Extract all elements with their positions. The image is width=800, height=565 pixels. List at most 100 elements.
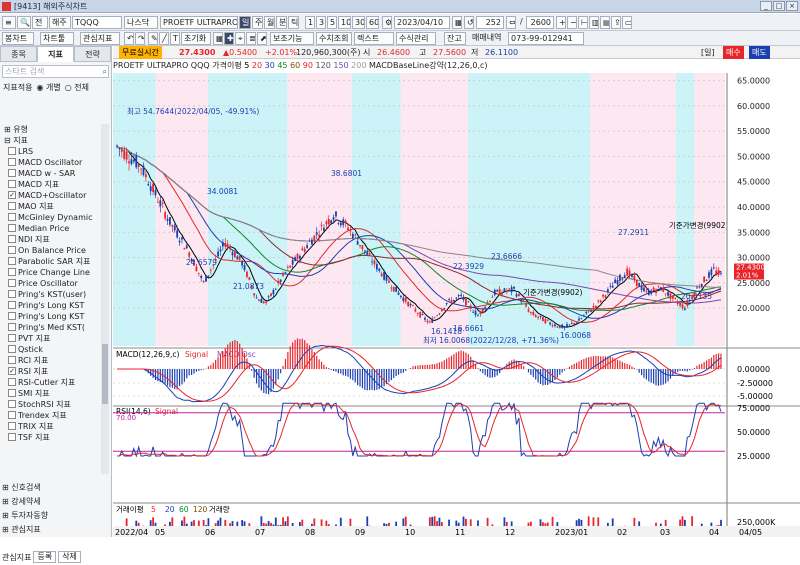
period-day-button[interactable]: 일 bbox=[239, 16, 251, 29]
indicator-checkbox[interactable] bbox=[8, 400, 16, 408]
close-button[interactable]: × bbox=[786, 1, 798, 11]
aux-function-button[interactable]: 보조기능 bbox=[270, 32, 314, 45]
calendar-icon[interactable]: ▦ bbox=[452, 16, 462, 29]
indicator-item[interactable]: MACD w - SAR bbox=[2, 168, 100, 179]
tree-node-type[interactable]: ⊞ 유형 bbox=[2, 124, 100, 135]
indicator-checkbox[interactable] bbox=[8, 389, 16, 397]
interval-1-button[interactable]: 1 bbox=[305, 16, 315, 29]
reset-icon[interactable]: ↺ bbox=[464, 16, 474, 29]
menu-icon[interactable]: ≡ bbox=[2, 16, 16, 29]
indicator-checkbox[interactable] bbox=[8, 158, 16, 166]
redo-icon[interactable]: ↷ bbox=[135, 32, 145, 45]
indicator-item[interactable]: SMI 지표 bbox=[2, 388, 100, 399]
indicator-checkbox[interactable] bbox=[8, 334, 16, 342]
indicator-item[interactable]: MACD Oscillator bbox=[2, 157, 100, 168]
indicator-item[interactable]: Price Oscillator bbox=[2, 278, 100, 289]
chart-canvas[interactable]: 최고 54.7644(2022/04/05, -49.91%) 38.6801 34… bbox=[113, 46, 800, 537]
indicator-checkbox[interactable] bbox=[8, 169, 16, 177]
indicator-checkbox[interactable] bbox=[8, 147, 16, 155]
delete-button[interactable]: 삭제 bbox=[58, 551, 81, 563]
export-icon[interactable]: ⇪ bbox=[611, 16, 621, 29]
value-lookup-button[interactable]: 수치조회 bbox=[316, 32, 352, 45]
text-button[interactable]: 렉스트 bbox=[354, 32, 394, 45]
candle-chart-button[interactable]: 봉차트 bbox=[2, 32, 34, 45]
indicator-item[interactable]: Trendex 지표 bbox=[2, 410, 100, 421]
indicator-checkbox[interactable] bbox=[8, 268, 16, 276]
reset-button[interactable]: 초기화 bbox=[181, 32, 211, 45]
magnet-icon[interactable]: ⌖ bbox=[235, 32, 245, 45]
interval-60-button[interactable]: 60 bbox=[366, 16, 379, 29]
indicator-item[interactable]: MACD 지표 bbox=[2, 179, 100, 190]
interval-30-button[interactable]: 30 bbox=[352, 16, 365, 29]
indicator-checkbox[interactable] bbox=[8, 180, 16, 188]
indicator-checkbox[interactable] bbox=[8, 433, 16, 441]
market-select[interactable]: 해주 bbox=[49, 16, 71, 29]
period-week-button[interactable]: 주 bbox=[252, 16, 263, 29]
text-tool-icon[interactable]: T bbox=[170, 32, 180, 45]
indicator-item[interactable]: LRS bbox=[2, 146, 100, 157]
arrow-icon[interactable]: ⬈ bbox=[257, 32, 267, 45]
tree-scrollbar[interactable] bbox=[101, 124, 109, 474]
indicator-checkbox[interactable] bbox=[8, 279, 16, 287]
pen-icon[interactable]: ✎ bbox=[148, 32, 158, 45]
settings-icon[interactable]: ⚙ bbox=[382, 16, 392, 29]
interval-10-button[interactable]: 10 bbox=[338, 16, 351, 29]
register-button[interactable]: 등록 bbox=[33, 551, 57, 563]
apply-all-radio[interactable]: ○ 전체 bbox=[65, 82, 89, 93]
formula-manage-button[interactable]: 수식관리 bbox=[396, 32, 436, 45]
indicator-item[interactable]: Pring's KST(user) bbox=[2, 289, 100, 300]
indicator-item[interactable]: TSF 지표 bbox=[2, 432, 100, 443]
indicator-item[interactable]: RSI-Cutler 지표 bbox=[2, 377, 100, 388]
indicator-checkbox[interactable] bbox=[8, 345, 16, 353]
rows-toggle[interactable]: 전 bbox=[32, 16, 48, 29]
undo-icon[interactable]: ↶ bbox=[124, 32, 134, 45]
tab-indicators[interactable]: 지표 bbox=[37, 46, 74, 62]
count-input[interactable]: 252 bbox=[476, 16, 504, 29]
indicator-search-input[interactable]: 스타트 검색 ⌕ bbox=[2, 65, 109, 78]
indicator-checkbox[interactable] bbox=[8, 224, 16, 232]
indicator-item[interactable]: ✓ MACD+Oscillator bbox=[2, 190, 100, 201]
watch-indicator-button[interactable]: 관심지표 bbox=[80, 32, 120, 45]
tree-scrollbar-thumb[interactable] bbox=[102, 344, 108, 404]
chart-tool-button[interactable]: 차트툴 bbox=[40, 32, 74, 45]
indicator-checkbox[interactable] bbox=[8, 422, 16, 430]
group-watch-indicator[interactable]: ⊞ 관심지표 bbox=[2, 523, 108, 537]
tab-strategy[interactable]: 전략 bbox=[74, 46, 111, 62]
chart-type-icon[interactable]: ▤ bbox=[600, 16, 610, 29]
indicator-checkbox[interactable] bbox=[8, 257, 16, 265]
indicator-item[interactable]: Pring's Long KST bbox=[2, 311, 100, 322]
indicator-checkbox[interactable] bbox=[8, 246, 16, 254]
print-icon[interactable]: ▭ bbox=[622, 16, 632, 29]
minimize-button[interactable]: _ bbox=[760, 1, 772, 11]
indicator-item[interactable]: Parabolic SAR 지표 bbox=[2, 256, 100, 267]
indicator-item[interactable]: Pring's Med KST( bbox=[2, 322, 100, 333]
indicator-item[interactable]: Median Price bbox=[2, 223, 100, 234]
grid-toggle-icon[interactable]: ▦ bbox=[213, 32, 223, 45]
tree-node-indicators[interactable]: ⊟ 지표 bbox=[2, 135, 100, 146]
grid-icon[interactable]: ▥ bbox=[589, 16, 599, 29]
indicator-item[interactable]: McGinley Dynamic bbox=[2, 212, 100, 223]
indicator-checkbox[interactable] bbox=[8, 411, 16, 419]
period-minute-button[interactable]: 분 bbox=[276, 16, 287, 29]
ticker-input[interactable]: TQQQ bbox=[72, 16, 122, 29]
indicator-checkbox[interactable]: ✓ bbox=[8, 191, 16, 199]
indicator-checkbox[interactable]: ✓ bbox=[8, 367, 16, 375]
balance-button[interactable]: 잔고 bbox=[444, 32, 466, 45]
period-tick-button[interactable]: 틱 bbox=[288, 16, 299, 29]
indicator-checkbox[interactable] bbox=[8, 301, 16, 309]
interval-3-button[interactable]: 3 bbox=[316, 16, 326, 29]
indicator-checkbox[interactable] bbox=[8, 312, 16, 320]
indicator-checkbox[interactable] bbox=[8, 356, 16, 364]
group-bull-bear[interactable]: ⊞ 강세약세 bbox=[2, 495, 108, 509]
count-apply-icon[interactable]: ⇔ bbox=[506, 16, 516, 29]
group-signal-search[interactable]: ⊞ 신호검색 bbox=[2, 481, 108, 495]
search-icon[interactable]: ⌕ bbox=[103, 66, 107, 77]
indicator-item[interactable]: RCI 지표 bbox=[2, 355, 100, 366]
indicator-item[interactable]: Price Change Line bbox=[2, 267, 100, 278]
account-select[interactable]: 073-99-012941 bbox=[508, 32, 584, 45]
indicator-item[interactable]: Qstick bbox=[2, 344, 100, 355]
indicator-checkbox[interactable] bbox=[8, 290, 16, 298]
indicator-checkbox[interactable] bbox=[8, 202, 16, 210]
line-icon[interactable]: ╱ bbox=[159, 32, 169, 45]
indicator-item[interactable]: StochRSI 지표 bbox=[2, 399, 100, 410]
